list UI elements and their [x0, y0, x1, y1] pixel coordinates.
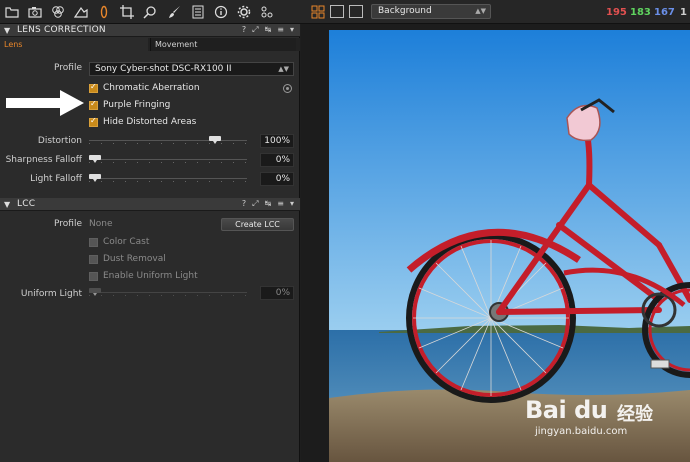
checkbox-unchecked[interactable] [89, 271, 98, 281]
slider-knob[interactable] [89, 155, 101, 163]
checkbox-checked[interactable] [89, 116, 98, 127]
info-icon[interactable] [213, 4, 229, 20]
baidu-watermark: Bai du 经验 jingyan.baidu.com [525, 396, 685, 441]
tab-movement[interactable]: Movement [150, 38, 296, 51]
help-icon[interactable]: ? [242, 199, 246, 209]
checkbox-label: Dust Removal [103, 254, 166, 264]
dust-removal-checkbox[interactable]: Dust Removal [89, 253, 166, 265]
lens-icon[interactable] [96, 4, 112, 20]
sharpness-falloff-value[interactable]: 0% [260, 153, 294, 167]
grid-view-icon[interactable] [310, 4, 326, 20]
single-view-icon[interactable] [330, 5, 344, 18]
slider-knob[interactable] [89, 174, 101, 182]
baidu-url: jingyan.baidu.com [535, 426, 628, 437]
compare-view-icon[interactable] [349, 5, 363, 18]
distortion-slider[interactable] [89, 136, 247, 146]
baidu-logo: Bai du [525, 396, 608, 424]
lens-profile-select[interactable]: Sony Cyber-shot DSC-RX100 II ▲▼ [89, 62, 294, 76]
uniform-light-label: Uniform Light [20, 289, 82, 299]
light-falloff-slider[interactable] [89, 174, 247, 184]
nodes-icon[interactable] [259, 4, 275, 20]
lens-profile-value: Sony Cyber-shot DSC-RX100 II [95, 64, 232, 74]
sharpness-falloff-slider[interactable] [89, 155, 247, 165]
checkbox-label: Enable Uniform Light [103, 271, 198, 281]
create-lcc-button[interactable]: Create LCC [221, 218, 294, 231]
uniform-light-value[interactable]: 0% [260, 286, 294, 300]
slider-knob[interactable] [89, 288, 101, 296]
baidu-jingyan-text: 经验 [617, 404, 653, 425]
light-falloff-value[interactable]: 0% [260, 172, 294, 186]
checkbox-label: Hide Distorted Areas [103, 117, 197, 127]
crop-icon[interactable] [119, 4, 135, 20]
gear-icon[interactable] [236, 4, 252, 20]
lens-correction-header[interactable]: ▼ LENS CORRECTION ? ⤢ ↹ ≡ ▾ [0, 24, 300, 37]
dropdown-icon[interactable]: ▾ [290, 199, 294, 209]
camera-icon[interactable] [27, 4, 43, 20]
dropdown-icon[interactable]: ▾ [290, 25, 294, 35]
lcc-profile-value: None [89, 219, 113, 229]
checkbox-label: Purple Fringing [103, 100, 171, 110]
chromatic-aberration-checkbox[interactable]: Chromatic Aberration [89, 82, 200, 94]
lcc-profile-label: Profile [54, 219, 82, 229]
tab-lens[interactable]: Lens [0, 38, 148, 51]
copy-apply-icon[interactable]: ⤢ [252, 199, 258, 209]
copy-apply-icon[interactable]: ⤢ [252, 25, 258, 35]
checkbox-unchecked[interactable] [89, 254, 98, 264]
updown-arrows-icon: ▲▼ [475, 7, 486, 15]
reset-icon[interactable]: ↹ [265, 25, 272, 35]
uniform-light-slider[interactable] [89, 288, 247, 298]
exposure-triangle-icon[interactable] [73, 4, 89, 20]
collapse-triangle-icon[interactable]: ▼ [4, 26, 10, 35]
background-select-value: Background [378, 6, 432, 16]
lens-correction-title: LENS CORRECTION [17, 25, 106, 35]
help-icon[interactable]: ? [242, 25, 246, 35]
enable-uniform-light-checkbox[interactable]: Enable Uniform Light [89, 270, 198, 282]
hide-distorted-areas-checkbox[interactable]: Hide Distorted Areas [89, 116, 196, 128]
lcc-title: LCC [17, 199, 36, 209]
color-cast-checkbox[interactable]: Color Cast [89, 236, 149, 248]
search-icon[interactable] [142, 4, 158, 20]
readout-blue: 167 [654, 7, 675, 18]
readout-green: 183 [630, 7, 651, 18]
brush-icon[interactable] [167, 4, 183, 20]
background-select[interactable]: Background ▲▼ [371, 4, 491, 19]
checkbox-label: Color Cast [103, 237, 150, 247]
lcc-header[interactable]: ▼ LCC ? ⤢ ↹ ≡ ▾ [0, 198, 300, 211]
top-toolbar: Background ▲▼ 195 183 167 1 [0, 0, 690, 24]
header-icons: ? ⤢ ↹ ≡ ▾ [242, 25, 294, 35]
lens-tabbar: Lens Movement [0, 38, 300, 51]
readout-extra: 1 [680, 7, 687, 18]
checkbox-label: Chromatic Aberration [103, 83, 200, 93]
metadata-list-icon[interactable] [190, 4, 206, 20]
menu-icon[interactable]: ≡ [277, 199, 284, 209]
target-icon[interactable] [283, 84, 292, 93]
sharpness-falloff-label: Sharpness Falloff [5, 155, 82, 165]
readout-red: 195 [606, 7, 627, 18]
checkbox-checked[interactable] [89, 82, 98, 93]
profile-label: Profile [54, 63, 82, 73]
menu-icon[interactable]: ≡ [277, 25, 284, 35]
distortion-label: Distortion [37, 136, 82, 146]
checkbox-unchecked[interactable] [89, 237, 98, 247]
updown-arrows-icon: ▲▼ [278, 65, 289, 73]
light-falloff-label: Light Falloff [30, 174, 82, 184]
collapse-triangle-icon[interactable]: ▼ [4, 200, 10, 209]
distortion-value[interactable]: 100% [260, 134, 294, 148]
slider-knob[interactable] [209, 136, 221, 144]
header-icons: ? ⤢ ↹ ≡ ▾ [242, 199, 294, 209]
image-viewer[interactable]: Bai du 经验 jingyan.baidu.com [301, 24, 690, 462]
annotation-arrow-icon [6, 90, 84, 116]
reset-icon[interactable]: ↹ [265, 199, 272, 209]
color-circles-icon[interactable] [50, 4, 66, 20]
purple-fringing-checkbox[interactable]: Purple Fringing [89, 99, 170, 111]
checkbox-checked[interactable] [89, 99, 98, 110]
folder-icon[interactable] [4, 4, 20, 20]
